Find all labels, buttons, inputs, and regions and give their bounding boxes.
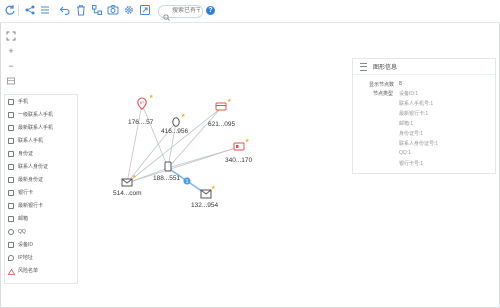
node-type-item: QQ:1 [399,150,411,156]
panel-title: 图形信息 [373,65,398,71]
node-bank-card[interactable]: ★ 621...095 [208,98,235,128]
risk-star-icon: ★ [181,113,186,119]
node-label: 340...170 [225,157,252,164]
node-type-item: 银行卡号:1 [399,161,424,167]
phone-icon [164,161,172,172]
node-label: 132...954 [191,202,218,209]
node-type-item: 邮箱:1 [399,121,414,127]
risk-star-icon: ★ [227,98,232,104]
risk-star-icon: ★ [245,138,250,144]
node-count-label: 显示节点数 [369,82,395,88]
panel-header: 图形信息 [353,59,495,75]
node-type-item: 最新银行卡:1 [399,111,429,117]
node-phone-linked[interactable]: ★ 132...954 [191,185,218,209]
graph-edge [141,103,169,169]
svg-text:IP: IP [140,100,144,105]
node-type-item: 联系人身份证号:1 [399,141,439,147]
graph-edge [126,103,143,184]
bank-card-icon [215,102,227,111]
graph-info-panel: 图形信息 显示节点数 8 节点类型 设备ID:1 联系人手机号:1 最新银行卡:… [352,58,496,174]
node-label: 176....57 [128,119,154,126]
qq-icon [172,117,180,127]
node-type-label: 节点类型 [373,91,394,97]
node-label: 514...com [113,190,142,197]
node-count-value: 8 [399,81,402,87]
node-email[interactable]: ★ 514...com [113,174,142,197]
menu-icon[interactable] [360,63,367,71]
edge-badge-label: 1 [186,179,189,185]
graph-edge [167,107,222,169]
risk-star-icon: ★ [132,174,137,180]
risk-star-icon: ★ [149,94,154,100]
node-label: 188...551 [153,175,180,182]
node-qq[interactable]: ★ 416...956 [161,113,188,135]
node-type-item: 设备ID:1 [399,91,419,97]
node-type-item: 身份证号:1 [399,131,424,137]
node-type-item: 联系人手机号:1 [399,101,434,107]
node-id-card[interactable]: ★ 340...170 [225,138,252,164]
risk-star-icon: ★ [211,185,216,191]
node-label: 416...956 [161,128,188,135]
id-card-icon [233,142,245,151]
node-label: 621...095 [208,121,235,128]
